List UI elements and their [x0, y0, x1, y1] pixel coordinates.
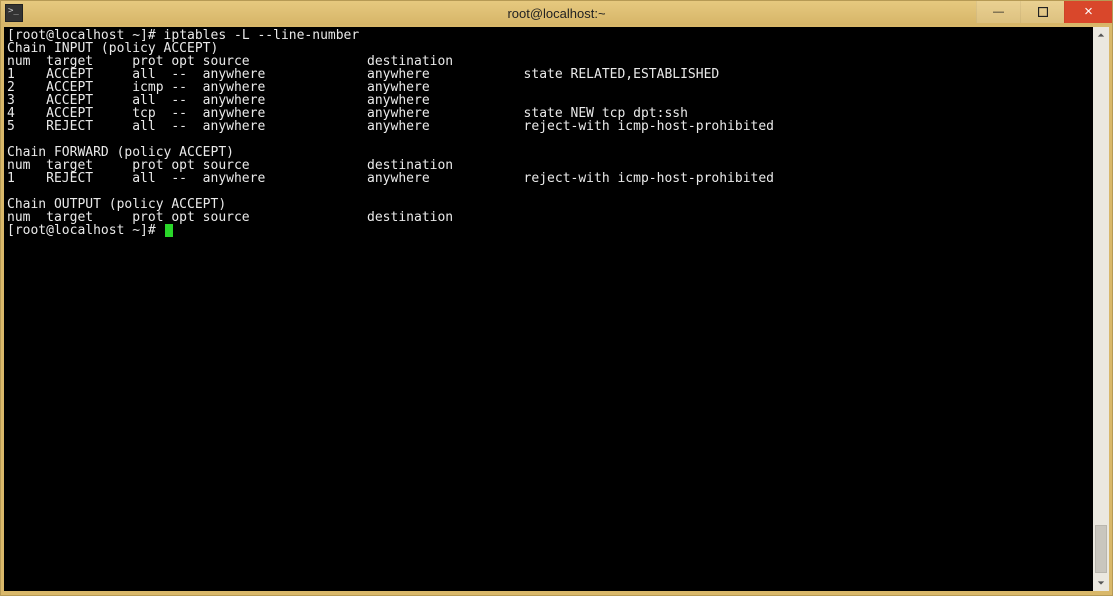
window-controls: — × [976, 1, 1112, 23]
minimize-button[interactable]: — [976, 1, 1020, 23]
chevron-down-icon [1097, 579, 1105, 587]
close-button[interactable]: × [1064, 1, 1112, 23]
prompt: [root@localhost ~]# [7, 224, 164, 237]
vertical-scrollbar[interactable] [1093, 27, 1109, 591]
scroll-up-button[interactable] [1093, 27, 1109, 43]
table-row: 1 REJECT all -- anywhere anywhere reject… [7, 171, 774, 186]
terminal-window: root@localhost:~ — × [root@localhost ~]#… [0, 0, 1113, 596]
cursor [165, 224, 173, 237]
scroll-thumb[interactable] [1095, 525, 1107, 573]
close-icon: × [1084, 7, 1093, 17]
minimize-icon: — [993, 6, 1004, 18]
maximize-button[interactable] [1020, 1, 1064, 23]
table-row: 5 REJECT all -- anywhere anywhere reject… [7, 119, 774, 134]
chevron-up-icon [1097, 31, 1105, 39]
window-title: root@localhost:~ [1, 6, 1112, 21]
scroll-down-button[interactable] [1093, 575, 1109, 591]
terminal-app-icon [5, 4, 23, 22]
terminal-output[interactable]: [root@localhost ~]# iptables -L --line-n… [4, 27, 1093, 591]
terminal-area: [root@localhost ~]# iptables -L --line-n… [4, 27, 1109, 591]
titlebar[interactable]: root@localhost:~ — × [1, 1, 1112, 25]
maximize-icon [1038, 7, 1048, 17]
